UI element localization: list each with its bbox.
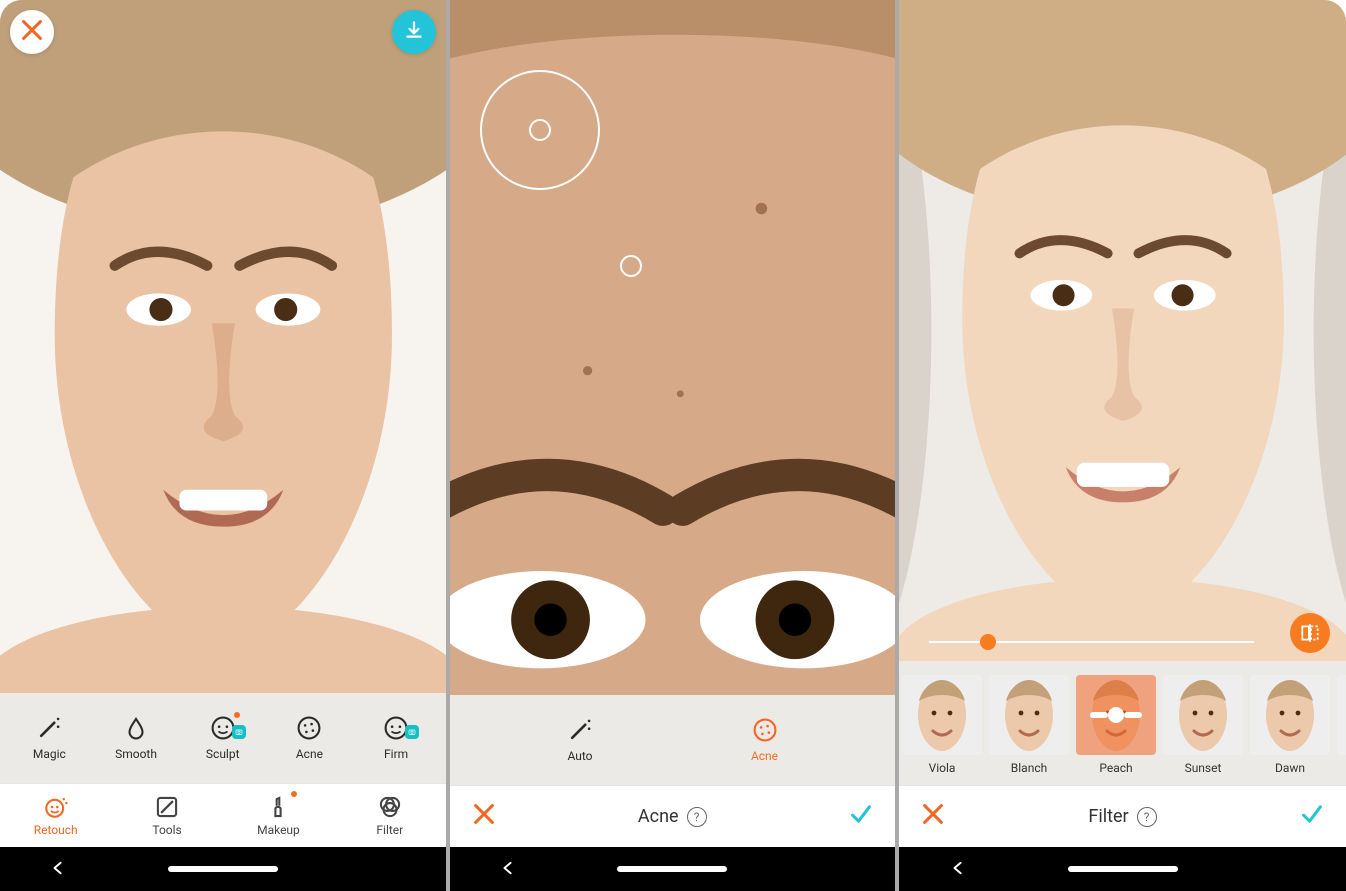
screen-retouch: Magic Smooth Sculpt Acne Firm Retouch [0, 0, 446, 891]
tools-icon [154, 794, 180, 820]
filter-sunset[interactable]: Sunset [1162, 675, 1244, 775]
home-button[interactable] [1068, 866, 1178, 872]
filter-viola[interactable]: Viola [901, 675, 983, 775]
filter-icon [377, 794, 403, 820]
cancel-button[interactable] [10, 10, 54, 54]
filter-more[interactable]: S [1336, 675, 1346, 775]
filter-dawn[interactable]: Dawn [1249, 675, 1331, 775]
save-button[interactable] [392, 10, 436, 54]
photo-filtered [899, 0, 1346, 661]
makeup-icon [265, 794, 291, 820]
premium-badge [405, 725, 419, 739]
back-button[interactable] [501, 860, 515, 879]
accept-button[interactable] [849, 802, 873, 831]
acne-tools: Auto Acne [450, 695, 896, 785]
filter-peach[interactable]: Peach [1075, 675, 1157, 775]
intensity-slider[interactable] [929, 641, 1254, 643]
acne-icon [296, 715, 322, 741]
help-button[interactable]: ? [687, 807, 707, 827]
back-button[interactable] [951, 860, 965, 879]
wand-icon [567, 717, 593, 743]
panel-title: Acne ? [638, 806, 707, 827]
home-button[interactable] [617, 866, 727, 872]
tool-auto[interactable]: Auto [520, 717, 640, 763]
nav-filter[interactable]: Filter [345, 794, 435, 837]
compare-button[interactable] [1290, 613, 1330, 653]
slider-thumb[interactable] [980, 634, 996, 650]
filter-blanch[interactable]: Blanch [988, 675, 1070, 775]
selected-icon [1076, 675, 1156, 755]
notify-dot [291, 791, 297, 797]
home-button[interactable] [168, 866, 278, 872]
screen-filter: Viola Blanch Peach Sunset Dawn S Filter … [899, 0, 1346, 891]
nav-makeup[interactable]: Makeup [233, 794, 323, 837]
tool-sculpt[interactable]: Sculpt [188, 715, 258, 761]
drop-icon [123, 715, 149, 741]
retouch-icon [43, 794, 69, 820]
tool-firm[interactable]: Firm [361, 715, 431, 761]
panel-title: Filter ? [1088, 806, 1156, 827]
wand-icon [36, 715, 62, 741]
notify-dot [234, 712, 240, 718]
confirm-bar: Filter ? [899, 785, 1346, 847]
close-icon [20, 18, 44, 46]
confirm-bar: Acne ? [450, 785, 896, 847]
photo-canvas[interactable] [0, 0, 446, 693]
zoom-lens [480, 70, 600, 190]
android-nav [450, 847, 896, 891]
accept-button[interactable] [1300, 802, 1324, 831]
back-button[interactable] [51, 860, 65, 879]
screen-acne: Auto Acne Acne ? [450, 0, 896, 891]
nav-tools[interactable]: Tools [122, 794, 212, 837]
acne-icon [752, 717, 778, 743]
brush-cursor[interactable] [620, 255, 642, 277]
filter-list[interactable]: Viola Blanch Peach Sunset Dawn S [899, 661, 1346, 785]
tool-magic[interactable]: Magic [14, 715, 84, 761]
android-nav [899, 847, 1346, 891]
cancel-button[interactable] [472, 802, 496, 831]
photo-canvas[interactable] [899, 0, 1346, 661]
nav-retouch[interactable]: Retouch [11, 794, 101, 837]
download-icon [403, 19, 425, 45]
bottom-nav: Retouch Tools Makeup Filter [0, 783, 446, 847]
photo-canvas[interactable] [450, 0, 896, 695]
tool-acne[interactable]: Acne [274, 715, 344, 761]
tool-acne-manual[interactable]: Acne [705, 717, 825, 763]
compare-icon [1299, 622, 1321, 644]
android-nav [0, 847, 446, 891]
photo-original [0, 0, 446, 693]
premium-badge [232, 725, 246, 739]
help-button[interactable]: ? [1137, 807, 1157, 827]
retouch-tools: Magic Smooth Sculpt Acne Firm [0, 693, 446, 783]
cancel-button[interactable] [921, 802, 945, 831]
tool-smooth[interactable]: Smooth [101, 715, 171, 761]
